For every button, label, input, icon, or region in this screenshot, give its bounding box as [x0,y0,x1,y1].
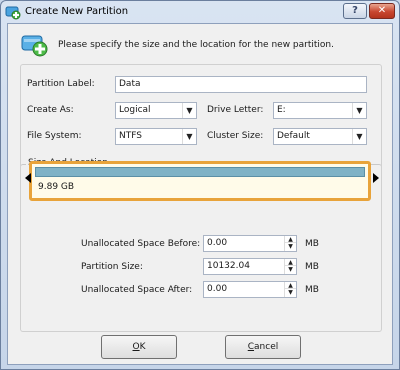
spin-buttons: ▲ ▼ [284,282,296,297]
chevron-down-icon[interactable]: ▼ [182,129,196,144]
chevron-down-icon[interactable]: ▼ [352,129,366,144]
title-bar: Create New Partition ? ✕ [1,1,399,23]
cancel-label-rest: ancel [254,342,279,352]
drive-letter-dropdown[interactable]: E: ▼ [273,102,367,119]
partition-bar[interactable] [35,167,365,177]
spin-down-icon[interactable]: ▼ [285,243,296,250]
unallocated-after-label: Unallocated Space After: [81,285,193,295]
ok-label-rest: K [139,342,146,352]
partition-label-label: Partition Label: [27,79,95,89]
unallocated-after-input[interactable]: 0.00 ▲ ▼ [203,281,297,298]
partition-size-value: 10132.04 [207,261,250,271]
resize-handle-left[interactable] [25,173,31,183]
cluster-size-dropdown[interactable]: Default ▼ [273,128,367,145]
partition-size-input[interactable]: 10132.04 ▲ ▼ [203,258,297,275]
spin-buttons: ▲ ▼ [284,259,296,274]
create-as-value: Logical [119,105,151,115]
add-partition-icon [20,30,48,58]
spin-down-icon[interactable]: ▼ [285,289,296,296]
partition-wizard-icon [5,4,21,20]
spin-up-icon[interactable]: ▲ [285,236,296,243]
drive-letter-label: Drive Letter: [207,105,264,115]
partition-settings-group: Partition Label: Data Create As: Logical… [20,64,382,172]
spin-buttons: ▲ ▼ [284,236,296,251]
dialog-window: Create New Partition ? ✕ Please specify … [0,0,400,370]
partition-size-display: 9.89 GB [38,182,75,192]
cluster-size-label: Cluster Size: [207,131,264,141]
create-as-label: Create As: [27,105,74,115]
cancel-button[interactable]: Cancel [225,335,301,359]
ok-mnemonic: O [132,342,140,352]
unallocated-after-value: 0.00 [207,284,228,294]
unallocated-before-input[interactable]: 0.00 ▲ ▼ [203,235,297,252]
partition-size-label: Partition Size: [81,262,143,272]
spin-up-icon[interactable]: ▲ [285,259,296,266]
help-button[interactable]: ? [343,3,367,19]
drive-letter-value: E: [277,105,286,115]
intro-text: Please specify the size and the location… [58,40,334,50]
chevron-down-icon[interactable]: ▼ [182,103,196,118]
unallocated-before-unit: MB [305,239,319,249]
file-system-value: NTFS [119,131,142,141]
spin-up-icon[interactable]: ▲ [285,282,296,289]
window-title: Create New Partition [25,6,129,17]
create-as-dropdown[interactable]: Logical ▼ [115,102,197,119]
close-button[interactable]: ✕ [369,3,395,19]
partition-label-input[interactable]: Data [115,76,367,93]
partition-size-unit: MB [305,262,319,272]
unallocated-before-value: 0.00 [207,238,228,248]
resize-handle-right[interactable] [373,173,379,183]
cluster-size-value: Default [277,131,310,141]
ok-button[interactable]: OK [101,335,177,359]
file-system-label: File System: [27,131,82,141]
partition-map[interactable]: 9.89 GB [29,161,371,201]
chevron-down-icon[interactable]: ▼ [352,103,366,118]
unallocated-after-unit: MB [305,285,319,295]
unallocated-before-label: Unallocated Space Before: [81,239,201,249]
file-system-dropdown[interactable]: NTFS ▼ [115,128,197,145]
spin-down-icon[interactable]: ▼ [285,266,296,273]
